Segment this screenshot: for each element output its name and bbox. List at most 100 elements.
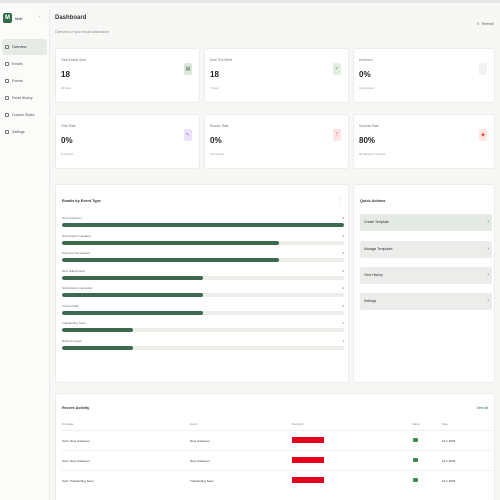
event-bar-track	[62, 258, 344, 262]
sidebar-item-label: Custom Styles	[12, 113, 35, 117]
event-bar-label: Refund Issued	[62, 338, 82, 343]
event-bar-fill	[62, 328, 133, 332]
send-icon: ✓	[333, 63, 341, 75]
app-root: M Mail ‹ Overview Emails Events Email Hi…	[0, 0, 500, 500]
table-row[interactable]: Tech: New Customer New Customer 10.1.202…	[62, 430, 492, 450]
grid-icon	[5, 45, 9, 49]
collapse-sidebar-icon[interactable]: ‹	[39, 14, 41, 20]
event-bar-track	[62, 328, 344, 332]
shield-icon: ◆	[479, 129, 487, 141]
template-cell: Tech: New Customer	[62, 459, 90, 463]
event-bar-track	[62, 293, 344, 297]
event-bar-count: 1	[342, 321, 344, 325]
events-panel-title: Emails by Event Type	[62, 199, 101, 203]
event-bar-count: 4	[342, 233, 344, 238]
table-row[interactable]: Tech: New Customer New Customer 10.1.202…	[62, 450, 492, 470]
stat-sub: 0 delivered	[359, 86, 374, 90]
status-success-icon	[413, 478, 418, 482]
alert-icon: !	[333, 129, 341, 141]
stat-card-delivered: Delivered 0% 0 delivered ·	[353, 48, 495, 103]
stat-value: 80%	[359, 136, 376, 145]
refresh-label: Refresh	[481, 22, 494, 26]
sidebar-nav: Overview Emails Events Email History Cus…	[2, 39, 47, 141]
stat-card-success-rate: Success Rate 80% All delivery success ◆	[353, 114, 495, 169]
event-bar-fill	[62, 293, 203, 297]
gear-icon	[5, 130, 9, 134]
event-bar-fill	[62, 310, 203, 315]
sidebar-item-emails[interactable]: Emails	[2, 56, 47, 72]
chevron-right-icon: ›	[487, 219, 489, 225]
stat-label: Click Rate	[61, 124, 76, 128]
chevron-right-icon: ›	[487, 246, 489, 252]
chevron-right-icon: ›	[487, 272, 489, 278]
manage-templates-button[interactable]: Manage Templates ›	[360, 241, 492, 258]
history-icon	[5, 96, 9, 100]
page-subtitle: Overview of your email automation	[55, 30, 109, 34]
event-bar-row: New Subscription 2	[62, 269, 344, 286]
stat-value: 18	[210, 70, 219, 79]
view-all-link[interactable]: View all	[476, 406, 488, 410]
event-bar-track	[62, 223, 344, 227]
recent-activity-title: Recent Activity	[62, 406, 90, 410]
stat-value: 0%	[359, 70, 371, 79]
sidebar-item-overview[interactable]: Overview	[2, 39, 47, 55]
event-bar-track	[62, 275, 344, 280]
column-header-status: Status	[412, 422, 420, 426]
stat-value: 0%	[210, 136, 222, 145]
stat-label: Total Emails Sent	[61, 58, 86, 62]
stat-sub: 0 clicked	[61, 152, 73, 156]
quick-action-label: View History	[364, 273, 383, 277]
table-row[interactable]: Tech: Trial Ending Soon Trial Ending Soo…	[62, 470, 492, 490]
create-template-button[interactable]: Create Template ›	[360, 214, 492, 231]
status-success-icon	[413, 438, 418, 442]
event-bar-row: Refund Issued 1	[62, 339, 344, 356]
recipient-redacted	[292, 477, 324, 483]
sidebar-item-settings[interactable]: Settings	[2, 124, 47, 140]
event-bar-count: 2	[342, 286, 344, 290]
event-cell: Trial Ending Soon	[190, 479, 214, 483]
settings-button[interactable]: Settings ›	[360, 293, 492, 310]
event-bar-row: Invoice Paid 2	[62, 304, 344, 321]
status-success-icon	[413, 458, 418, 462]
event-bar-row: Trial Ending Soon 1	[62, 321, 344, 338]
date-cell: 10.1.2025	[442, 439, 456, 443]
event-bar-count: 2	[342, 268, 344, 273]
sidebar-item-custom-styles[interactable]: Custom Styles	[2, 107, 47, 123]
stat-sub: 0 bounced	[210, 152, 225, 156]
sidebar-item-label: Events	[12, 79, 23, 83]
sidebar-item-label: Emails	[12, 62, 23, 66]
stat-label: Delivered	[359, 58, 373, 62]
event-bar-count: 2	[342, 303, 344, 308]
more-options-icon[interactable]: ⋮	[337, 197, 342, 203]
stat-card-click-rate: Click Rate 0% 0 clicked ↖	[55, 114, 200, 169]
template-cell: Tech: New Customer	[62, 439, 90, 443]
event-bar-fill	[62, 345, 133, 350]
column-header-recipient: Recipient	[292, 422, 304, 426]
stat-sub: All delivery success	[359, 152, 386, 156]
event-bar-label: New Subscription	[62, 268, 86, 273]
event-bar-label: Invoice Paid	[62, 303, 79, 308]
quick-actions-title: Quick Actions	[360, 199, 386, 203]
event-bar-row: Subscription Updated 4	[62, 234, 344, 251]
page-title: Dashboard	[55, 15, 87, 21]
event-bar-label: New Customer	[62, 216, 82, 220]
refresh-button[interactable]: ↻ Refresh	[477, 22, 494, 26]
event-bar-count: 1	[342, 338, 344, 343]
column-header-event: Event	[190, 422, 198, 426]
stat-value: 0%	[61, 136, 73, 145]
sidebar-item-email-history[interactable]: Email History	[2, 90, 47, 106]
event-bar-fill	[62, 258, 280, 262]
event-bar-count: 5	[342, 216, 344, 220]
bolt-icon	[5, 79, 9, 83]
sidebar-item-events[interactable]: Events	[2, 73, 47, 89]
chevron-right-icon: ›	[487, 298, 489, 304]
event-bar-row: New Customer 5	[62, 216, 344, 233]
event-bar-fill	[62, 223, 344, 227]
event-bar-label: Trial Ending Soon	[62, 321, 86, 325]
brand-logo: M	[3, 13, 12, 23]
stat-card-total-sent: Total Emails Sent 18 All time ▤	[55, 48, 200, 103]
event-cell: New Customer	[190, 459, 210, 463]
view-history-button[interactable]: View History ›	[360, 267, 492, 284]
quick-action-label: Manage Templates	[364, 247, 393, 251]
check-icon: ·	[479, 63, 487, 75]
